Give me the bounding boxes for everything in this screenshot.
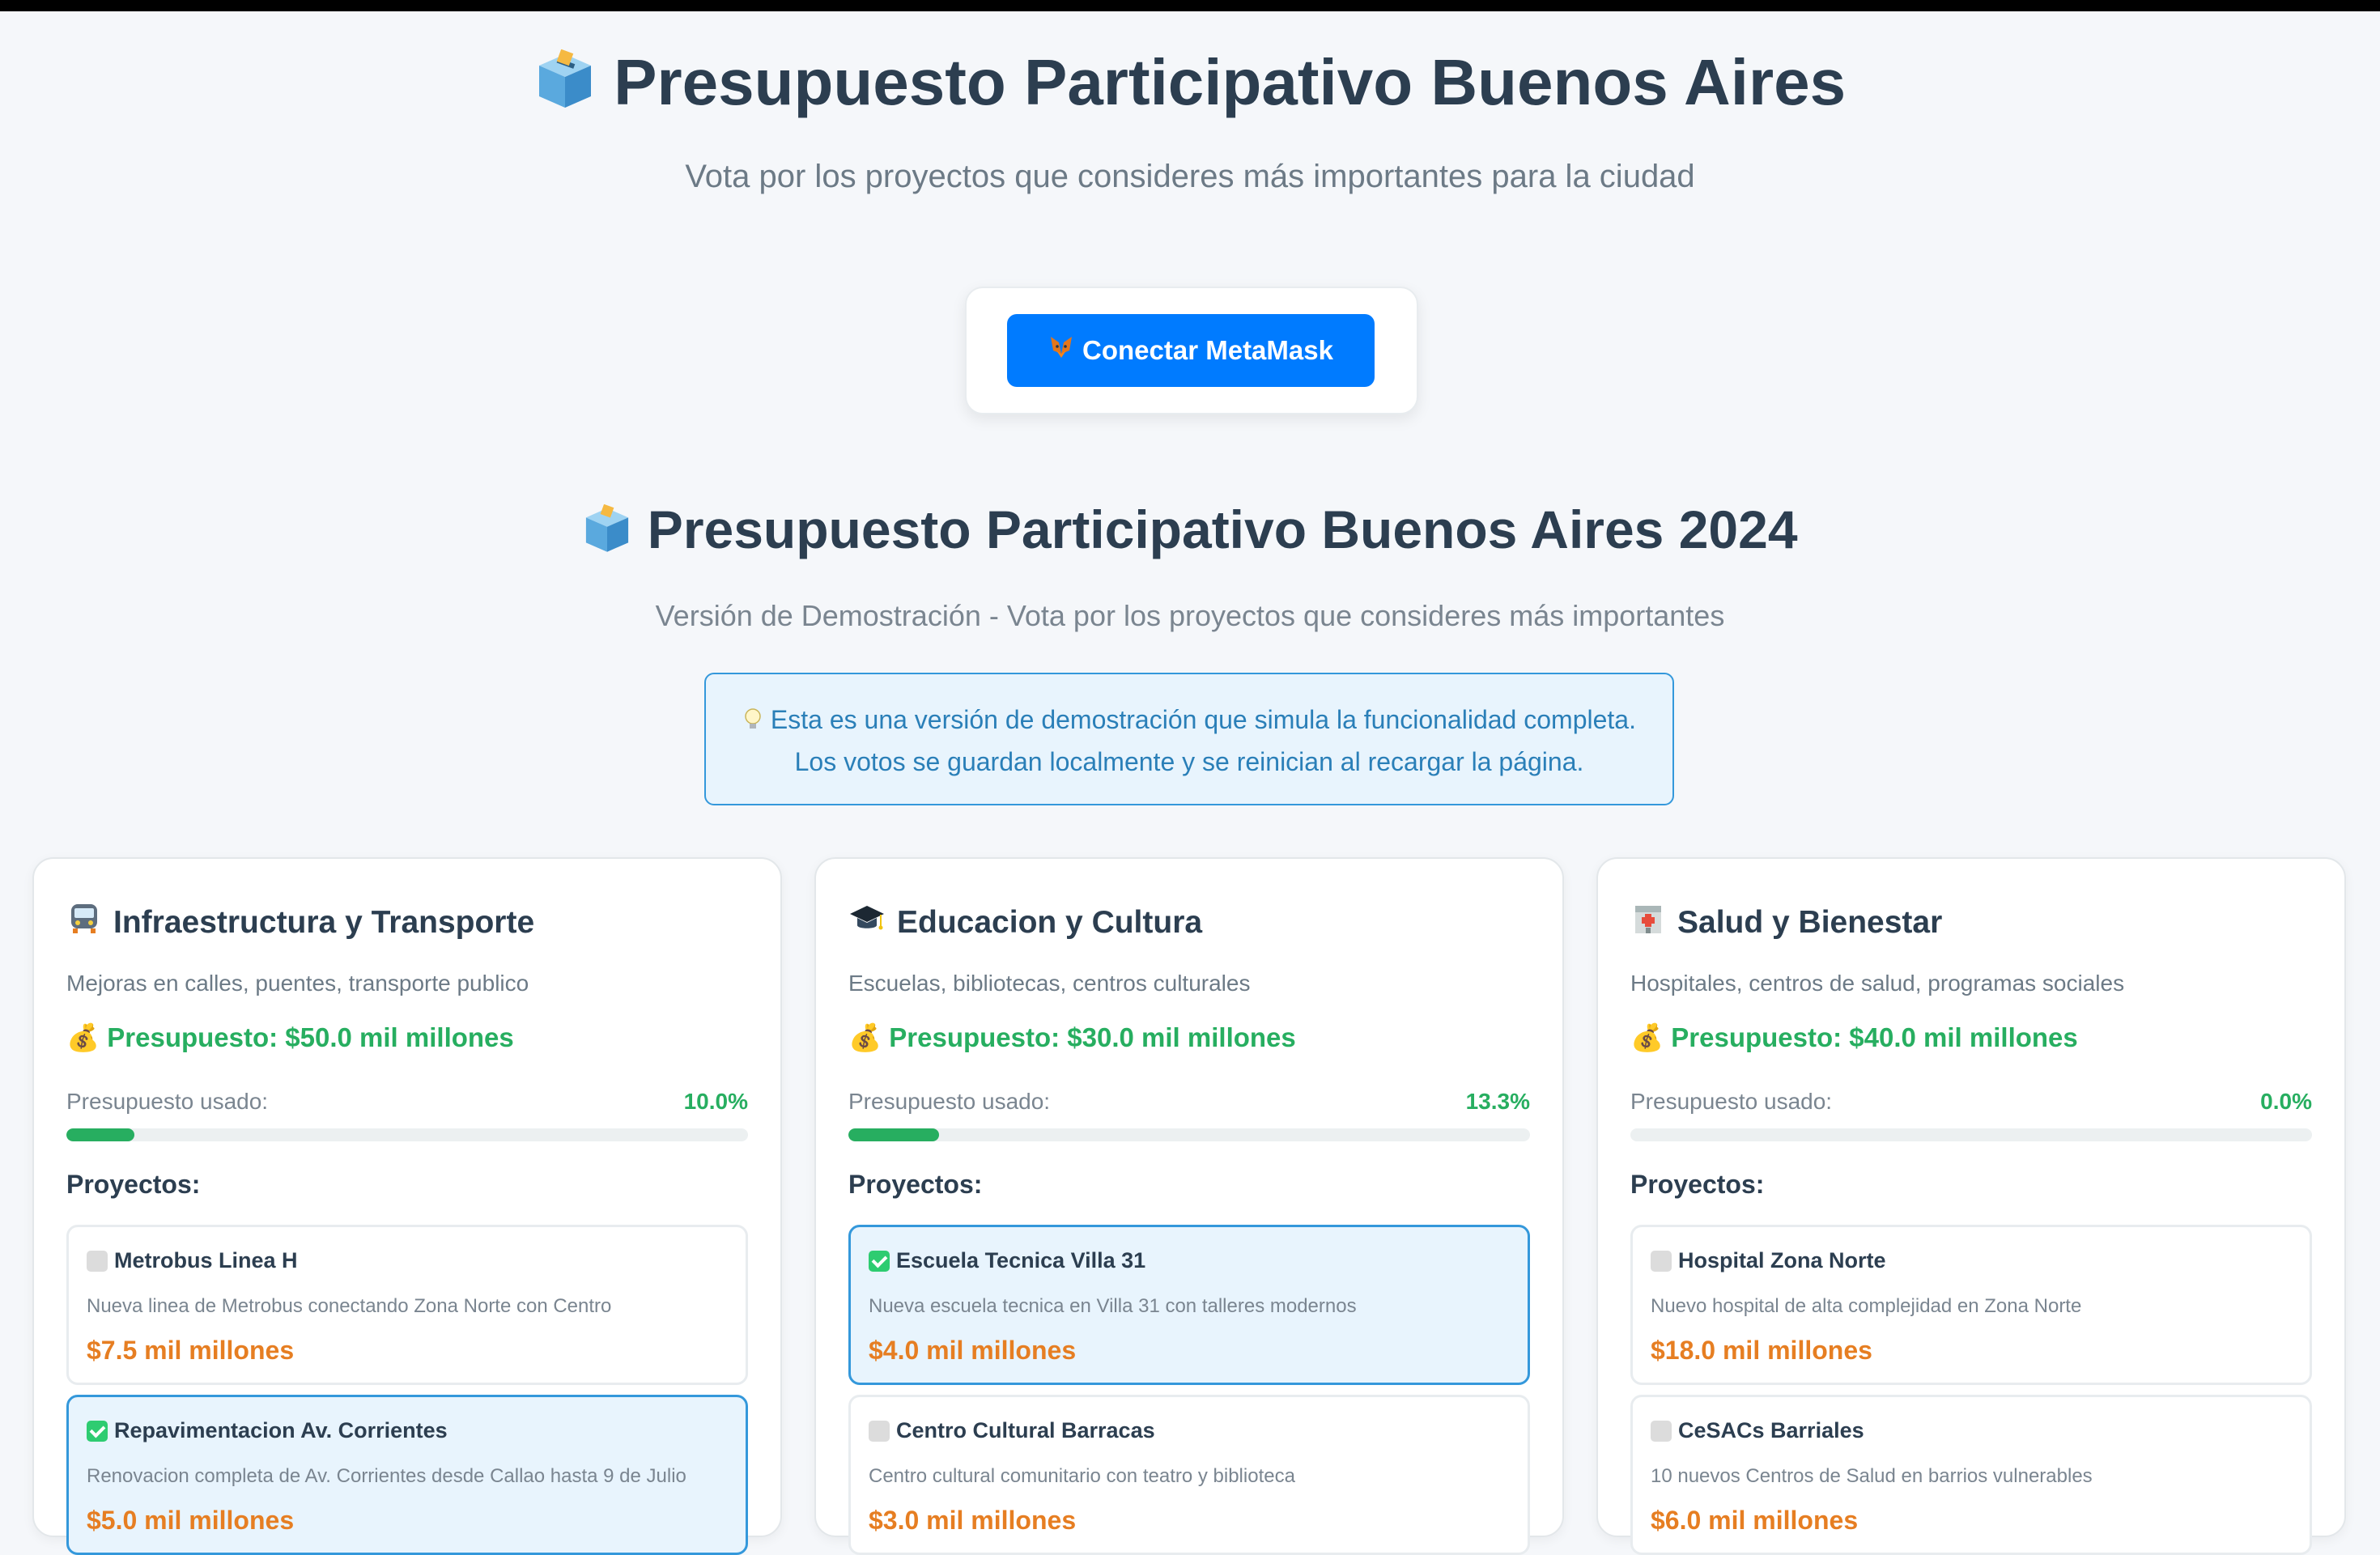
- info-line-2: Los votos se guardan localmente y se rei…: [794, 747, 1584, 776]
- project-name-text: Repavimentacion Av. Corrientes: [114, 1418, 448, 1442]
- project-description: Nueva linea de Metrobus conectando Zona …: [87, 1295, 612, 1317]
- info-line-1: Esta es una versión de demostración que …: [706, 699, 1672, 741]
- budget-used-label: Presupuesto usado:: [66, 1089, 269, 1114]
- project-name: Metrobus Linea H: [87, 1248, 298, 1273]
- category-name: Infraestructura y Transporte: [113, 905, 535, 940]
- category-name: Salud y Bienestar: [1677, 905, 1943, 940]
- category-title: Educacion y Cultura: [848, 901, 1202, 945]
- project-name: CeSACs Barriales: [1651, 1418, 1864, 1443]
- budget-progress-bar: [1630, 1128, 2312, 1141]
- category-description: Hospitales, centros de salud, programas …: [1630, 971, 2125, 996]
- category-card: Salud y Bienestar Hospitales, centros de…: [1596, 857, 2346, 1555]
- project-cost: $5.0 mil millones: [87, 1506, 295, 1535]
- project-cost: $7.5 mil millones: [87, 1336, 295, 1365]
- project-name-text: Hospital Zona Norte: [1678, 1248, 1886, 1272]
- category-name: Educacion y Cultura: [897, 905, 1203, 940]
- category-title: Infraestructura y Transporte: [66, 901, 534, 945]
- project-name: Repavimentacion Av. Corrientes: [87, 1418, 448, 1443]
- project-cost: $18.0 mil millones: [1651, 1336, 1872, 1365]
- budget-used-percent: 10.0%: [683, 1089, 748, 1114]
- project-name-text: Escuela Tecnica Villa 31: [896, 1248, 1146, 1272]
- project-description: Nueva escuela tecnica en Villa 31 con ta…: [869, 1295, 1357, 1317]
- category-budget: 💰 Presupuesto: $40.0 mil millones: [1630, 1022, 2078, 1052]
- checked-checkbox-icon[interactable]: [869, 1250, 890, 1272]
- demo-info-box: Esta es una versión de demostración que …: [704, 673, 1674, 805]
- project-name: Escuela Tecnica Villa 31: [869, 1248, 1145, 1273]
- project-name-text: CeSACs Barriales: [1678, 1418, 1864, 1442]
- category-title: Salud y Bienestar: [1630, 901, 1942, 945]
- page-subtitle: Vota por los proyectos que consideres má…: [685, 159, 1695, 194]
- project-cost: $3.0 mil millones: [869, 1506, 1077, 1535]
- projects-heading: Proyectos:: [66, 1170, 201, 1199]
- category-description: Escuelas, bibliotecas, centros culturale…: [848, 971, 1251, 996]
- category-budget: 💰 Presupuesto: $50.0 mil millones: [66, 1022, 514, 1052]
- info-line-1-text: Esta es una versión de demostración que …: [770, 705, 1636, 734]
- budget-progress-bar: [66, 1128, 748, 1141]
- category-card: Infraestructura y Transporte Mejoras en …: [32, 857, 782, 1555]
- unchecked-checkbox-icon[interactable]: [1651, 1250, 1672, 1272]
- project-item[interactable]: Metrobus Linea H Nueva linea de Metrobus …: [66, 1225, 748, 1385]
- graduation-cap-icon: [848, 901, 886, 945]
- lightbulb-icon: [742, 705, 771, 734]
- unchecked-checkbox-icon[interactable]: [1651, 1420, 1672, 1442]
- project-item[interactable]: Centro Cultural Barracas Centro cultural …: [848, 1395, 1530, 1555]
- project-description: Centro cultural comunitario con teatro y…: [869, 1465, 1295, 1487]
- ballot-box-icon: [534, 49, 596, 126]
- demo-title: Presupuesto Participativo Buenos Aires 2…: [0, 499, 2380, 567]
- demo-title-text: Presupuesto Participativo Buenos Aires 2…: [647, 499, 1798, 559]
- project-description: Nuevo hospital de alta complejidad en Zo…: [1651, 1295, 2082, 1317]
- demo-subtitle: Versión de Demostración - Vota por los p…: [655, 599, 1725, 632]
- project-name-text: Metrobus Linea H: [114, 1248, 298, 1272]
- project-name: Hospital Zona Norte: [1651, 1248, 1886, 1273]
- connect-metamask-label: Conectar MetaMask: [1082, 335, 1333, 365]
- project-name: Centro Cultural Barracas: [869, 1418, 1155, 1443]
- projects-heading: Proyectos:: [1630, 1170, 1765, 1199]
- projects-heading: Proyectos:: [848, 1170, 983, 1199]
- budget-progress-fill: [66, 1128, 135, 1141]
- hospital-icon: [1630, 901, 1666, 945]
- project-description: Renovacion completa de Av. Corrientes de…: [87, 1465, 686, 1487]
- project-item[interactable]: Repavimentacion Av. Corrientes Renovacion…: [66, 1395, 748, 1555]
- project-item[interactable]: Hospital Zona Norte Nuevo hospital de alt…: [1630, 1225, 2312, 1385]
- budget-used-percent: 0.0%: [2260, 1089, 2312, 1114]
- project-description: 10 nuevos Centros de Salud en barrios vu…: [1651, 1465, 2093, 1487]
- budget-progress-fill: [848, 1128, 939, 1141]
- budget-used-label: Presupuesto usado:: [848, 1089, 1051, 1114]
- page-title-text: Presupuesto Participativo Buenos Aires: [614, 46, 1847, 118]
- fox-icon: [1048, 334, 1074, 367]
- project-cost: $4.0 mil millones: [869, 1336, 1077, 1365]
- train-icon: [66, 901, 102, 945]
- category-budget: 💰 Presupuesto: $30.0 mil millones: [848, 1022, 1296, 1052]
- unchecked-checkbox-icon[interactable]: [87, 1250, 108, 1272]
- ballot-box-icon: [582, 503, 632, 567]
- project-name-text: Centro Cultural Barracas: [896, 1418, 1155, 1442]
- project-cost: $6.0 mil millones: [1651, 1506, 1859, 1535]
- budget-used-percent: 13.3%: [1465, 1089, 1530, 1114]
- category-description: Mejoras en calles, puentes, transporte p…: [66, 971, 529, 996]
- unchecked-checkbox-icon[interactable]: [869, 1420, 890, 1442]
- budget-used-label: Presupuesto usado:: [1630, 1089, 1833, 1114]
- wallet-connect-card: Conectar MetaMask: [965, 287, 1418, 414]
- window-top-bar: [0, 0, 2380, 11]
- category-card: Educacion y Cultura Escuelas, biblioteca…: [814, 857, 1564, 1555]
- project-item[interactable]: CeSACs Barriales 10 nuevos Centros de Sal…: [1630, 1395, 2312, 1555]
- checked-checkbox-icon[interactable]: [87, 1420, 108, 1442]
- connect-metamask-button[interactable]: Conectar MetaMask: [1007, 314, 1375, 387]
- project-item[interactable]: Escuela Tecnica Villa 31 Nueva escuela te…: [848, 1225, 1530, 1385]
- budget-progress-bar: [848, 1128, 1530, 1141]
- page-title: Presupuesto Participativo Buenos Aires: [0, 45, 2380, 126]
